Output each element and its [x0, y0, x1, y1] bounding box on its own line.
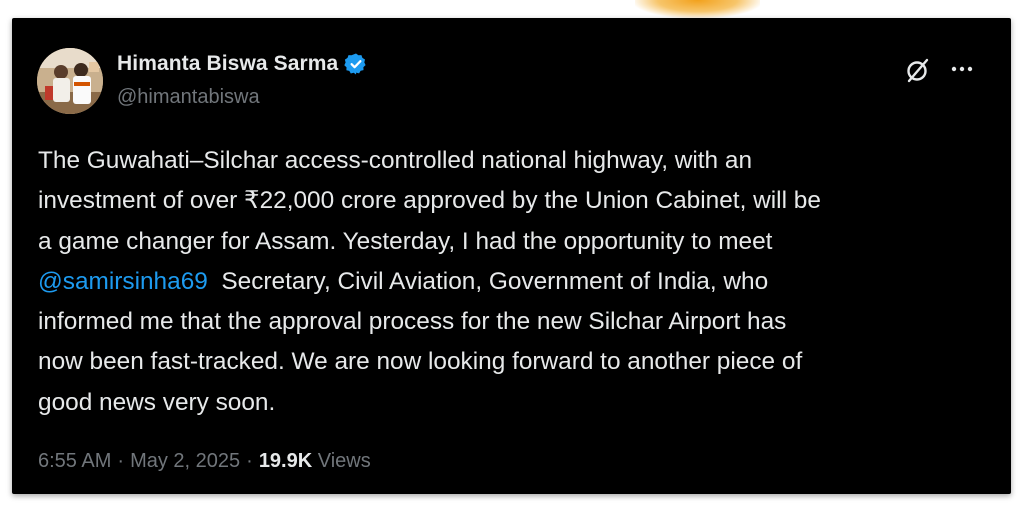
tweet-text-line: The Guwahati–Silchar access-controlled n…: [38, 147, 753, 174]
tweet-body: The Guwahati–Silchar access-controlled n…: [38, 141, 993, 423]
author-name[interactable]: Himanta Biswa Sarma: [117, 52, 338, 76]
meta-separator: ·: [117, 450, 125, 472]
mention-link[interactable]: @samirsinha69: [38, 268, 208, 295]
more-options-icon[interactable]: [947, 54, 977, 84]
avatar-photo: [37, 48, 103, 114]
tweet-text-line-with-mention: @samirsinha69 Secretary, Civil Aviation,…: [38, 262, 993, 302]
tweet-text-line: informed me that the approval process fo…: [38, 308, 787, 336]
post-date[interactable]: May 2, 2025: [130, 450, 240, 472]
tweet-text-line: now been fast-tracked. We are now lookin…: [38, 348, 803, 376]
post-time[interactable]: 6:55 AM: [38, 450, 111, 472]
tweet-text-line: good news very soon.: [38, 388, 276, 416]
tweet-text-line: investment of over ₹22,000 crore approve…: [38, 187, 821, 215]
meta-separator: ·: [246, 450, 253, 472]
views-label: Views: [317, 450, 371, 472]
author-avatar[interactable]: [37, 48, 103, 114]
screenshot-stage: Himanta Biswa Sarma @himantabiswa The Gu…: [0, 0, 1024, 512]
grok-icon[interactable]: [902, 54, 934, 86]
views-count[interactable]: 19.9K: [259, 450, 312, 472]
tweet-text-line: a game changer for Assam. Yesterday, I h…: [38, 227, 773, 255]
verified-badge-icon[interactable]: [344, 52, 368, 76]
tweet-text-fragment: Secretary, Civil Aviation, Government of…: [207, 267, 769, 295]
background-glow: [635, 0, 760, 18]
tweet-meta: 6:55 AM · May 2, 2025 · 19.9K Views: [38, 450, 371, 473]
tweet-card: Himanta Biswa Sarma @himantabiswa The Gu…: [12, 18, 1011, 494]
author-handle[interactable]: @himantabiswa: [117, 86, 260, 109]
author-name-row: Himanta Biswa Sarma: [117, 52, 368, 76]
